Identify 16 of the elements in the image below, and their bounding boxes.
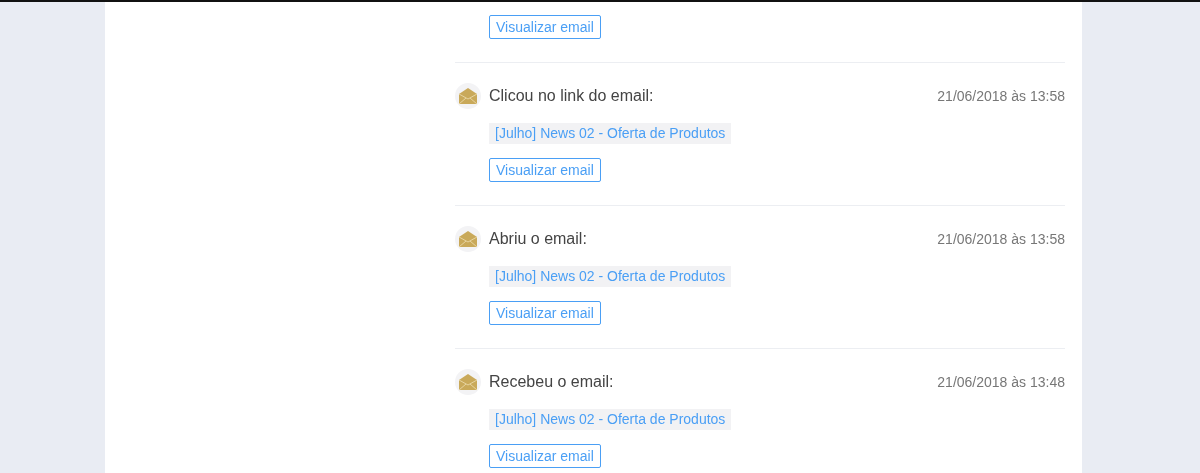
email-subject-tag: [Julho] News 02 - Oferta de Produtos bbox=[489, 123, 732, 144]
event-date: 21/06/2018 às 13:58 bbox=[937, 229, 1065, 249]
view-email-button[interactable]: Visualizar email bbox=[489, 158, 601, 182]
envelope-icon bbox=[458, 230, 478, 248]
envelope-icon bbox=[458, 373, 478, 391]
email-subject-tag: [Julho] News 02 - Oferta de Produtos bbox=[489, 266, 732, 287]
event-date: 21/06/2018 às 13:48 bbox=[937, 372, 1065, 392]
email-subject-tag: [Julho] News 02 - Oferta de Produtos bbox=[489, 409, 732, 430]
event-title: Recebeu o email: bbox=[489, 372, 614, 392]
view-email-button[interactable]: Visualizar email bbox=[489, 15, 601, 39]
event-title: Clicou no link do email: bbox=[489, 86, 654, 106]
event-date: 21/06/2018 às 13:58 bbox=[937, 86, 1065, 106]
event-title: Abriu o email: bbox=[489, 229, 587, 249]
view-email-button[interactable]: Visualizar email bbox=[489, 444, 601, 468]
envelope-icon bbox=[458, 87, 478, 105]
view-email-button[interactable]: Visualizar email bbox=[489, 301, 601, 325]
